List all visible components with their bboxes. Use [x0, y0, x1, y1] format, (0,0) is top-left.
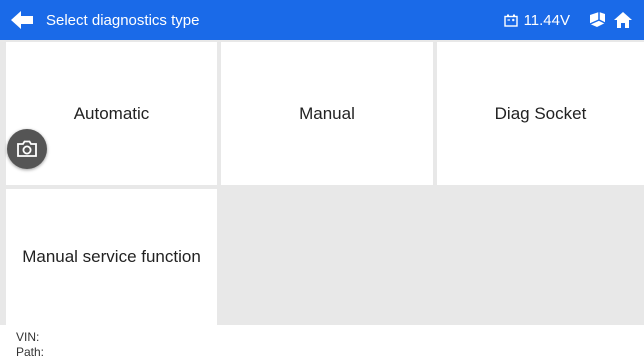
- vehicle-icon: [589, 12, 606, 27]
- page-title: Select diagnostics type: [46, 11, 200, 29]
- tile-label: Automatic: [73, 103, 150, 123]
- diagnostics-type-grid: Automatic Manual Diag Socket Manual serv…: [0, 40, 644, 325]
- tile-manual[interactable]: Manual: [221, 42, 433, 185]
- top-bar: Select diagnostics type 11.44V: [0, 0, 644, 40]
- screenshot-button[interactable]: [7, 129, 47, 169]
- tile-label: Diag Socket: [494, 103, 587, 123]
- vin-label: VIN:: [16, 330, 40, 344]
- battery-icon: [503, 14, 518, 27]
- voltage-value: 11.44V: [523, 11, 570, 29]
- home-icon: [614, 12, 632, 28]
- camera-icon: [17, 140, 37, 157]
- tile-label: Manual: [299, 103, 355, 123]
- tile-diag-socket[interactable]: Diag Socket: [437, 42, 644, 185]
- tile-manual-service-function[interactable]: Manual service function: [6, 189, 217, 325]
- back-arrow-icon: [11, 11, 33, 29]
- vehicle-button[interactable]: [584, 0, 610, 40]
- path-label: Path:: [16, 345, 45, 359]
- back-button[interactable]: [0, 0, 44, 40]
- tile-label: Manual service function: [22, 247, 201, 266]
- info-footer: VIN: Path:: [0, 325, 644, 362]
- home-button[interactable]: [610, 0, 636, 40]
- battery-status: 11.44V: [503, 11, 570, 29]
